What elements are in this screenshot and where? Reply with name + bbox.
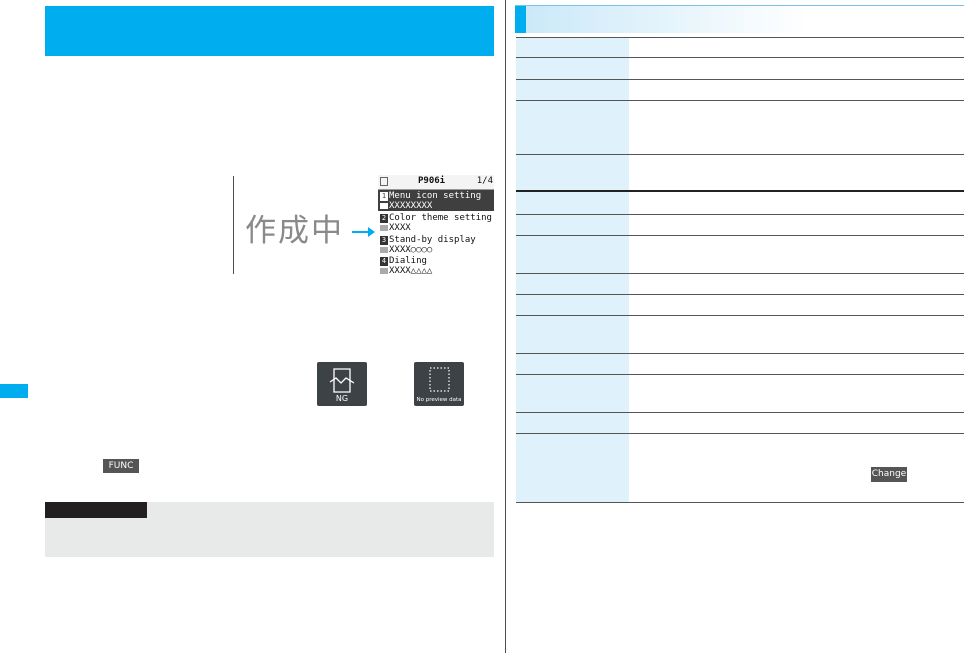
table-row bbox=[516, 236, 964, 274]
item-number: 2 bbox=[380, 214, 388, 223]
value-swatch-icon bbox=[380, 268, 388, 274]
item-number: 3 bbox=[380, 236, 388, 245]
table-key-cell bbox=[516, 413, 629, 433]
table-key-cell bbox=[516, 58, 629, 79]
table-header-bar bbox=[515, 5, 964, 33]
item-value: XXXX△△△△ bbox=[389, 266, 433, 276]
section-header-bar bbox=[45, 6, 494, 56]
no-preview-thumbnail: No preview data bbox=[414, 362, 464, 406]
table-key-cell bbox=[516, 236, 629, 273]
item-number: 4 bbox=[380, 257, 388, 266]
table-row bbox=[516, 354, 964, 375]
table-key-cell bbox=[516, 354, 629, 374]
note-label-bar bbox=[45, 502, 147, 518]
thumbnail-caption: No preview data bbox=[416, 397, 462, 403]
page-indicator: 1/4 bbox=[476, 176, 493, 186]
phone-screen: P906i 1/4 1 Menu icon setting XXXXXXXX 2… bbox=[378, 175, 494, 276]
table-key-cell bbox=[516, 274, 629, 294]
value-swatch-icon bbox=[380, 203, 388, 209]
table-key-cell bbox=[516, 295, 629, 315]
table-key-cell bbox=[516, 215, 629, 235]
menu-item-color-theme[interactable]: 2 Color theme setting XXXX bbox=[378, 212, 494, 233]
value-swatch-icon bbox=[380, 225, 388, 231]
thumbnail-caption: NG bbox=[335, 394, 349, 403]
table-key-cell bbox=[516, 316, 629, 353]
side-index-tab bbox=[0, 384, 28, 398]
under-construction-label: 作成中 bbox=[245, 213, 344, 249]
item-label: Color theme setting bbox=[389, 213, 492, 223]
item-value: XXXX bbox=[389, 223, 411, 233]
table-row bbox=[516, 295, 964, 316]
table-row bbox=[516, 274, 964, 295]
table-key-cell bbox=[516, 155, 629, 190]
screen-separator bbox=[233, 176, 234, 274]
change-key-icon: Change bbox=[871, 467, 907, 482]
menu-item-icon-setting[interactable]: 1 Menu icon setting XXXXXXXX bbox=[378, 190, 494, 211]
table-row bbox=[516, 155, 964, 192]
table-key-cell bbox=[516, 434, 629, 502]
func-key-icon: FUNC bbox=[103, 459, 139, 473]
table-row: Change bbox=[516, 434, 964, 503]
item-label: Stand-by display bbox=[389, 235, 476, 245]
table-row bbox=[516, 375, 964, 413]
table-row bbox=[516, 316, 964, 354]
table-row bbox=[516, 192, 964, 215]
ng-thumbnail: NG bbox=[317, 362, 367, 406]
item-number: 1 bbox=[380, 192, 388, 201]
table-key-cell bbox=[516, 101, 629, 154]
header-accent-bar bbox=[515, 6, 526, 33]
table-key-cell bbox=[516, 80, 629, 100]
table-row bbox=[516, 58, 964, 80]
item-label: Dialing bbox=[389, 256, 427, 266]
phone-title-bar: P906i 1/4 bbox=[378, 175, 494, 190]
table-row bbox=[516, 37, 964, 58]
menu-icon bbox=[380, 177, 388, 186]
item-value: XXXX○○○○ bbox=[389, 245, 433, 255]
table-key-cell bbox=[516, 38, 629, 57]
table-key-cell bbox=[516, 375, 629, 412]
table-key-cell bbox=[516, 192, 629, 214]
value-swatch-icon bbox=[380, 247, 388, 253]
function-table: Change bbox=[516, 37, 964, 503]
menu-item-standby-display[interactable]: 3 Stand-by display XXXX○○○○ bbox=[378, 234, 494, 255]
table-row bbox=[516, 80, 964, 101]
table-row bbox=[516, 101, 964, 155]
page-divider bbox=[505, 0, 506, 653]
table-row bbox=[516, 413, 964, 434]
table-row bbox=[516, 215, 964, 236]
phone-model-name: P906i bbox=[418, 176, 446, 186]
arrow-head-icon bbox=[368, 227, 375, 237]
item-value: XXXXXXXX bbox=[389, 201, 433, 211]
item-label: Menu icon setting bbox=[389, 191, 482, 201]
menu-item-dialing[interactable]: 4 Dialing XXXX△△△△ bbox=[378, 255, 494, 276]
